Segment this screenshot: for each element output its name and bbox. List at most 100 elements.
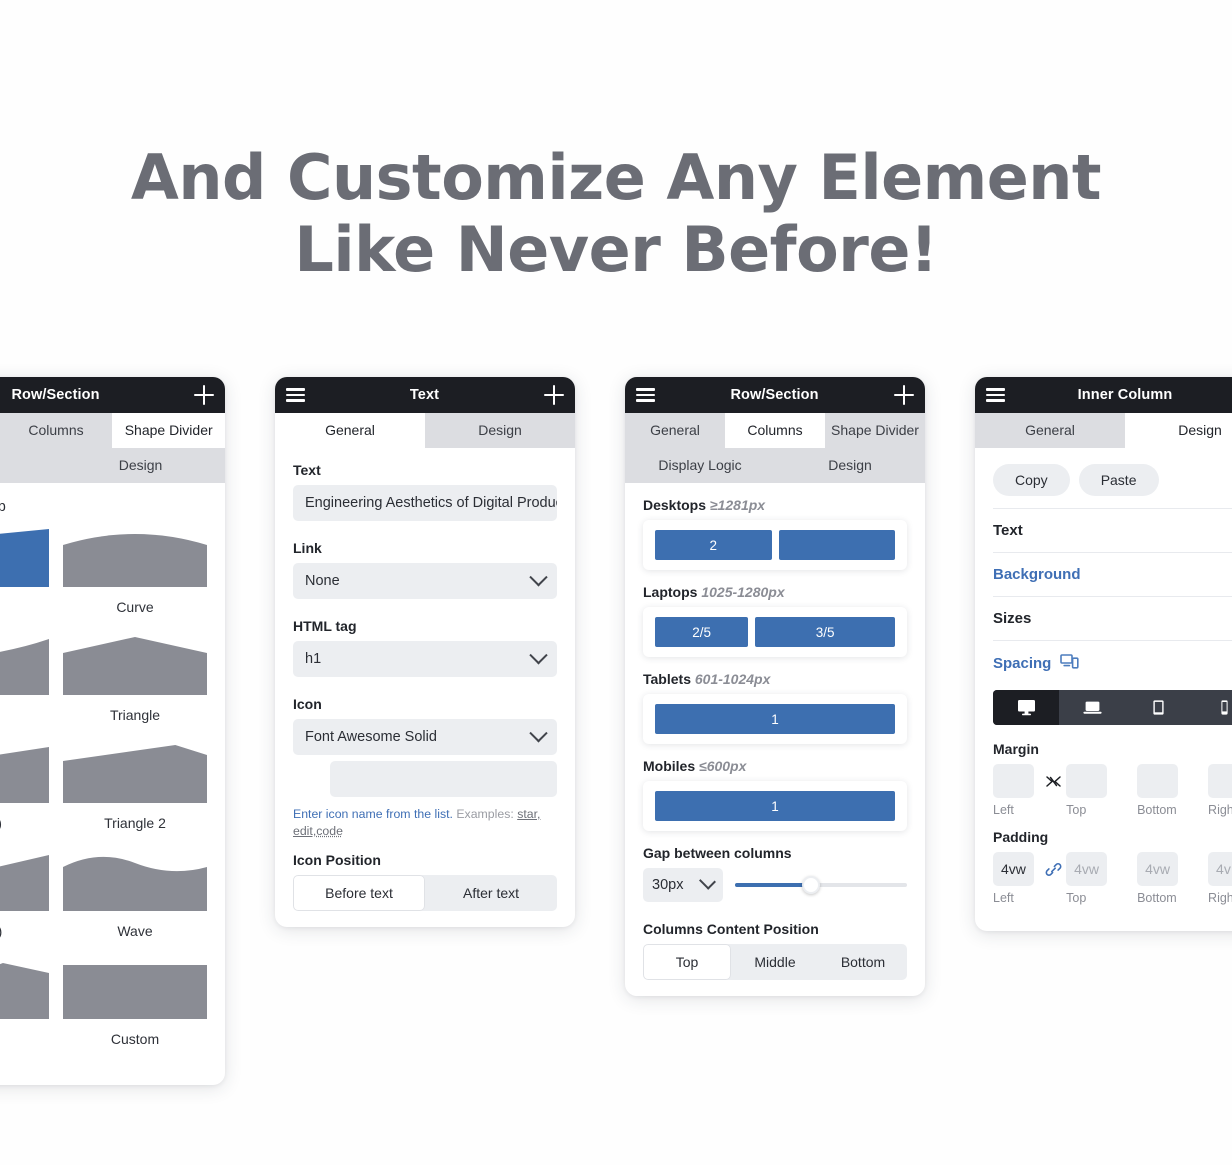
copy-button[interactable]: Copy <box>993 464 1070 496</box>
page-title-line-1: And Customize Any Element <box>131 141 1101 214</box>
tab-columns[interactable]: Columns <box>725 413 825 448</box>
gap-between-columns-label: Gap between columns <box>643 845 907 861</box>
tab-shape-divider[interactable]: Shape Divider <box>112 413 225 448</box>
panel-text: Text General Design Text Engineering Aes… <box>275 377 575 927</box>
tab-design[interactable]: Design <box>775 448 925 483</box>
html-tag-select[interactable]: h1 <box>293 641 557 677</box>
column-bar[interactable]: 3/5 <box>755 617 895 647</box>
link-icon[interactable] <box>1042 852 1064 886</box>
column-bar[interactable]: 1 <box>655 791 895 821</box>
icon-example-edit[interactable]: edit, <box>293 824 316 838</box>
tab-design[interactable]: Design <box>1125 413 1232 448</box>
text-input[interactable]: Engineering Aesthetics of Digital Produc <box>293 485 557 521</box>
slider-fill <box>735 883 811 887</box>
device-tablet-icon[interactable] <box>1125 690 1191 725</box>
column-layout-tablets[interactable]: 1 <box>643 694 907 744</box>
padding-bottom-caption: Bottom <box>1137 886 1178 905</box>
padding-left-input[interactable]: 4vw <box>993 852 1034 886</box>
icon-position-before-text[interactable]: Before text <box>293 875 425 911</box>
device-mobile-icon[interactable] <box>1191 690 1232 725</box>
margin-bottom-field[interactable]: Bottom <box>1137 764 1178 817</box>
padding-top-input[interactable]: 4vw <box>1066 852 1107 886</box>
icon-example-star[interactable]: star, <box>517 807 540 821</box>
tab-design[interactable]: Design <box>425 413 575 448</box>
shape-option-triangle-inv[interactable]: gle (inv) <box>0 745 49 853</box>
paste-button[interactable]: Paste <box>1079 464 1159 496</box>
shape-option-tilt[interactable]: ilt <box>0 529 49 637</box>
section-spacing[interactable]: Spacing Res <box>993 640 1232 686</box>
column-bar[interactable]: 2 <box>655 530 772 560</box>
device-desktop-icon[interactable] <box>993 690 1059 725</box>
section-sizes[interactable]: Sizes <box>993 596 1232 640</box>
column-layout-laptops[interactable]: 2/5 3/5 <box>643 607 907 657</box>
shape-option-custom[interactable]: Custom <box>63 961 207 1069</box>
tab-general[interactable]: General <box>275 413 425 448</box>
device-laptop-icon[interactable] <box>1059 690 1125 725</box>
column-bar[interactable] <box>779 530 896 560</box>
panel2-header: Text <box>275 377 575 413</box>
tab-general[interactable]: General <box>625 413 725 448</box>
margin-left-field[interactable]: Left <box>993 764 1034 817</box>
icon-name-input[interactable] <box>330 761 557 797</box>
column-bar[interactable]: 2/5 <box>655 617 748 647</box>
padding-right-field[interactable]: 4v Righ <box>1208 852 1232 905</box>
panel1-body: Show at the top ilt Curve <box>0 483 225 1085</box>
content-position-top[interactable]: Top <box>643 944 731 980</box>
margin-right-field[interactable]: Righ <box>1208 764 1232 817</box>
margin-left-input[interactable] <box>993 764 1034 798</box>
padding-top-field[interactable]: 4vw Top <box>1066 852 1107 905</box>
tab-general[interactable]: General <box>975 413 1125 448</box>
tab-design[interactable]: Design <box>56 448 225 483</box>
hamburger-icon[interactable] <box>986 388 1005 402</box>
gap-slider[interactable] <box>735 876 907 894</box>
content-position-bottom[interactable]: Bottom <box>819 944 907 980</box>
shape-option-triangle-2-inv[interactable]: e 2 (inv) <box>0 853 49 961</box>
padding-left-field[interactable]: 4vw Left <box>993 852 1034 905</box>
tab-columns[interactable]: Columns <box>0 413 112 448</box>
section-background[interactable]: Background Res <box>993 552 1232 596</box>
tab-display-logic[interactable]: ay Logic <box>0 448 56 483</box>
hamburger-icon[interactable] <box>286 388 305 402</box>
unlink-icon[interactable] <box>1042 764 1064 798</box>
tab-shape-divider[interactable]: Shape Divider <box>825 413 925 448</box>
icon-list-link[interactable]: Enter icon name from the list. <box>293 807 453 821</box>
panel3-tabs: General Columns Shape Divider Display Lo… <box>625 413 925 483</box>
shape-option-triangle[interactable]: Triangle <box>63 637 207 745</box>
link-select[interactable]: None <box>293 563 557 599</box>
page-title: And Customize Any Element Like Never Bef… <box>0 142 1232 286</box>
panel-inner-column: Inner Column General Design Copy Paste T… <box>975 377 1232 931</box>
padding-bottom-input[interactable]: 4vw <box>1137 852 1178 886</box>
column-layout-desktops[interactable]: 2 <box>643 520 907 570</box>
column-bar[interactable]: 1 <box>655 704 895 734</box>
margin-right-input[interactable] <box>1208 764 1232 798</box>
section-background-label: Background <box>993 566 1081 583</box>
gap-value-select[interactable]: 30px <box>643 868 723 902</box>
shape-option-triangle-2[interactable]: Triangle 2 <box>63 745 207 853</box>
margin-bottom-input[interactable] <box>1137 764 1178 798</box>
shape-option-zigzag[interactable]: gzag <box>0 961 49 1069</box>
icon-position-segmented: Before text After text <box>293 875 557 911</box>
tab-display-logic[interactable]: Display Logic <box>625 448 775 483</box>
shape-label-triangle-2-inv: e 2 (inv) <box>0 911 49 953</box>
margin-top-field[interactable]: Top <box>1066 764 1107 817</box>
plus-icon[interactable] <box>194 385 214 405</box>
content-position-middle[interactable]: Middle <box>731 944 819 980</box>
show-at-the-top-toggle[interactable]: Show at the top <box>0 497 207 529</box>
plus-icon[interactable] <box>894 385 914 405</box>
column-layout-mobiles[interactable]: 1 <box>643 781 907 831</box>
slider-handle[interactable] <box>802 876 820 894</box>
shape-preview-triangle-2-inv <box>0 853 49 911</box>
margin-top-input[interactable] <box>1066 764 1107 798</box>
shape-option-wave[interactable]: Wave <box>63 853 207 961</box>
icon-position-after-text[interactable]: After text <box>425 875 557 911</box>
plus-icon[interactable] <box>544 385 564 405</box>
shape-option-curve-inv[interactable]: e (inv) <box>0 637 49 745</box>
icon-position-label: Icon Position <box>293 852 557 868</box>
padding-right-input[interactable]: 4v <box>1208 852 1232 886</box>
shape-option-curve[interactable]: Curve <box>63 529 207 637</box>
section-text[interactable]: Text <box>993 508 1232 552</box>
hamburger-icon[interactable] <box>636 388 655 402</box>
icon-library-select[interactable]: Font Awesome Solid <box>293 719 557 755</box>
padding-bottom-field[interactable]: 4vw Bottom <box>1137 852 1178 905</box>
icon-example-code[interactable]: code <box>316 824 343 838</box>
